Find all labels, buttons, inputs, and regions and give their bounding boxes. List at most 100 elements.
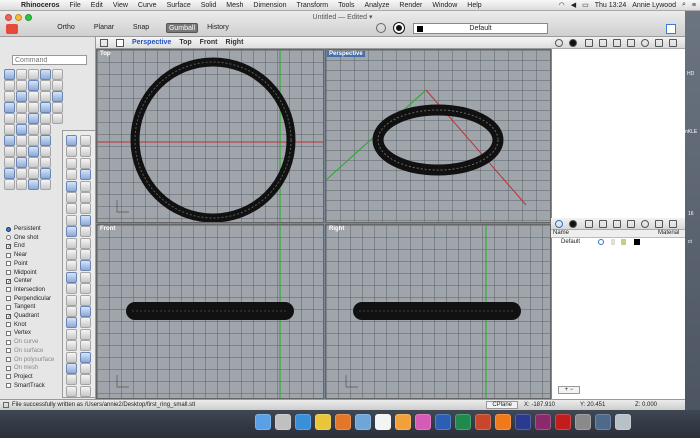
menu-analyze[interactable]: Analyze (359, 2, 394, 9)
sub-cylinder-icon[interactable] (66, 214, 77, 226)
explode-icon[interactable] (40, 135, 51, 146)
sub-select-icon[interactable] (66, 135, 77, 146)
osnap-quadrant[interactable]: ✓ Quadrant (6, 313, 39, 319)
ellipse-icon[interactable] (28, 179, 39, 190)
chrome-icon[interactable] (315, 414, 331, 430)
sub-circle-icon[interactable] (66, 157, 77, 169)
sub-point-icon[interactable] (80, 363, 91, 374)
sub-curve-icon[interactable] (80, 374, 91, 386)
sub-move-icon[interactable] (80, 271, 91, 283)
sub-join-icon[interactable] (80, 306, 91, 317)
sub-scale-icon[interactable] (66, 294, 77, 306)
sub-split-icon[interactable] (66, 328, 77, 340)
menubar-clock[interactable]: Thu 13:24 (595, 2, 627, 9)
osnap-persistent[interactable]: Persistent (6, 226, 41, 232)
material-icon[interactable] (569, 220, 577, 228)
sweep-icon[interactable] (52, 102, 63, 113)
checkbox[interactable] (6, 287, 11, 293)
sub-fillet-icon[interactable] (66, 192, 77, 203)
sub-arc-icon[interactable] (80, 157, 91, 169)
mail-icon[interactable] (355, 414, 371, 430)
osnap-intersection[interactable]: Intersection (6, 287, 45, 293)
mode-ortho[interactable]: Ortho (55, 23, 77, 33)
light-icon[interactable] (4, 157, 15, 168)
layer-dropdown[interactable]: Default (413, 23, 548, 34)
menu-file[interactable]: File (65, 2, 86, 9)
itunes-icon[interactable] (415, 414, 431, 430)
revolve-icon[interactable] (40, 102, 51, 113)
ellipse-icon[interactable] (28, 80, 39, 91)
point-icon[interactable] (4, 168, 15, 179)
sub-polyline-icon[interactable] (66, 146, 77, 158)
copy-icon[interactable] (16, 124, 27, 135)
circle-icon[interactable] (40, 168, 51, 179)
desktop-label[interactable]: HD (687, 71, 694, 77)
ring-outline[interactable] (130, 57, 296, 222)
menu-solid[interactable]: Solid (196, 2, 222, 9)
menu-dimension[interactable]: Dimension (248, 2, 291, 9)
menu-edit[interactable]: Edit (86, 2, 108, 9)
checkbox[interactable] (6, 304, 11, 310)
sub-cone-icon[interactable] (80, 214, 91, 226)
sub-sweep-icon[interactable] (80, 237, 91, 249)
sub-point-icon[interactable] (80, 135, 91, 146)
menu-rhinoceros[interactable]: Rhinoceros (16, 2, 65, 9)
desktop-label[interactable]: nKLE (685, 129, 697, 135)
sub-dimension-icon[interactable] (66, 271, 77, 283)
indesign-icon[interactable] (535, 414, 551, 430)
radio-button[interactable] (6, 235, 11, 241)
checkbox[interactable] (6, 357, 11, 362)
finder-icon[interactable] (255, 414, 271, 430)
word-icon[interactable] (435, 414, 451, 430)
move-icon[interactable] (4, 124, 15, 135)
checkbox[interactable] (6, 348, 11, 354)
sub-boolean-union-icon[interactable] (66, 249, 77, 260)
menubar-user[interactable]: Annie Lywood (632, 2, 676, 9)
notification-icon[interactable]: ≡ (692, 2, 696, 9)
sub-mirror-icon[interactable] (80, 294, 91, 306)
sub-array-icon[interactable] (66, 306, 77, 317)
cone-icon[interactable] (4, 102, 15, 113)
rhino-icon[interactable] (595, 414, 611, 430)
menu-window[interactable]: Window (427, 2, 462, 9)
box-icon[interactable] (28, 91, 39, 102)
sub-snap-icon[interactable] (80, 351, 91, 363)
sub-loft-icon[interactable] (80, 226, 91, 238)
sub-extrude-icon[interactable] (66, 226, 77, 238)
checkbox[interactable]: ✓ (6, 243, 11, 249)
mode-planar[interactable]: Planar (92, 23, 116, 33)
polygon-icon[interactable] (40, 179, 51, 190)
checkbox[interactable] (6, 322, 11, 328)
osnap-on-mesh[interactable]: On mesh (6, 365, 38, 371)
checkbox[interactable] (6, 296, 11, 302)
checkbox[interactable] (6, 374, 11, 380)
sub-polygon-icon[interactable] (66, 180, 77, 192)
osnap-one-shot[interactable]: One shot (6, 235, 38, 241)
polygon-icon[interactable] (40, 80, 51, 91)
freeform-icon[interactable] (52, 80, 63, 91)
menu-mesh[interactable]: Mesh (221, 2, 248, 9)
tab-right[interactable]: Right (226, 39, 244, 46)
polyline-icon[interactable] (28, 69, 39, 80)
sub-text-icon[interactable] (80, 260, 91, 272)
checkbox[interactable] (6, 339, 11, 345)
photoshop-icon[interactable] (515, 414, 531, 430)
volume-icon[interactable]: ◀ (571, 1, 576, 9)
checkbox[interactable] (6, 261, 11, 267)
osnap-end[interactable]: ✓ End (6, 243, 25, 249)
lock-icon[interactable] (621, 239, 626, 245)
illustrator-icon[interactable] (495, 414, 511, 430)
array-icon[interactable] (16, 135, 27, 146)
sub-rotate-icon[interactable] (80, 283, 91, 295)
light-icon[interactable] (641, 39, 649, 47)
arc-icon[interactable] (4, 179, 15, 190)
trim-icon[interactable] (4, 146, 15, 157)
osnap-on-surface[interactable]: On surface (6, 348, 43, 354)
extrude-icon[interactable] (16, 102, 27, 113)
point-icon[interactable] (16, 69, 27, 80)
rotate-icon[interactable] (28, 124, 39, 135)
powerpoint-icon[interactable] (475, 414, 491, 430)
sub-ellipse-icon[interactable] (80, 169, 91, 181)
layers-icon[interactable] (555, 39, 563, 47)
sub-render-icon[interactable] (66, 340, 77, 352)
